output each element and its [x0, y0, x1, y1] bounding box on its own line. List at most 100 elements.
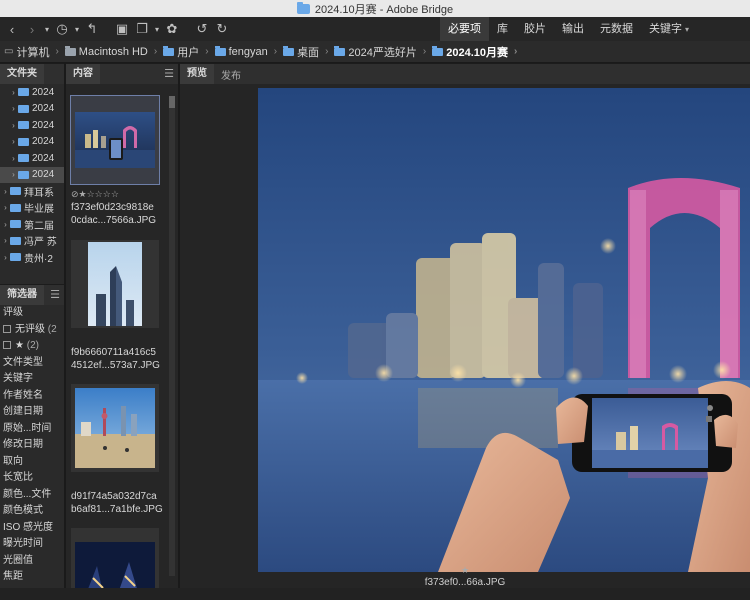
breadcrumb-item-users[interactable]: 用户 › — [163, 44, 209, 60]
chevron-right-icon[interactable]: › — [9, 121, 18, 130]
panel-menu-icon[interactable]: ☰ — [50, 288, 60, 301]
tab-content[interactable]: 内容 — [66, 64, 100, 84]
chevron-right-icon: › — [273, 46, 278, 57]
folder-tree-item-selected[interactable]: › 2024 — [0, 166, 64, 183]
filter-category-date-created[interactable]: 创建日期 — [0, 404, 64, 421]
chevron-right-icon[interactable]: › — [9, 170, 18, 179]
breadcrumb-item-disk[interactable]: Macintosh HD › — [64, 45, 157, 58]
breadcrumb-item-desktop[interactable]: 桌面 › — [283, 44, 328, 60]
scrollbar-thumb[interactable] — [169, 96, 175, 108]
chevron-down-icon[interactable]: ▾ — [72, 25, 82, 34]
thumbnail-frame[interactable] — [71, 384, 159, 472]
breadcrumb-item-current[interactable]: 2024.10月赛 › — [432, 44, 517, 60]
folder-tree-item[interactable]: › 毕业展 — [0, 200, 64, 217]
thumbnail-item[interactable] — [71, 528, 159, 588]
workspace-library[interactable]: 库 — [489, 17, 516, 41]
checkbox[interactable] — [3, 324, 11, 333]
chevron-right-icon[interactable]: › — [9, 137, 18, 146]
rotate-left-icon[interactable]: ↺ — [192, 21, 212, 37]
filter-option-unrated[interactable]: 无评级 (2 — [0, 322, 64, 339]
workspace-essentials[interactable]: 必要项 — [440, 17, 489, 41]
chevron-right-icon[interactable]: › — [1, 187, 10, 196]
workspace-metadata[interactable]: 元数据 — [592, 17, 641, 41]
thumbnail-frame[interactable] — [71, 240, 159, 328]
chevron-down-icon[interactable]: ▾ — [42, 25, 52, 34]
workspace-filmstrip[interactable]: 胶片 — [516, 17, 554, 41]
tab-publish[interactable]: 发布 — [214, 67, 248, 82]
creative-cloud-icon[interactable]: ✿ — [162, 21, 182, 37]
folder-tree-item[interactable]: › 2024 — [0, 150, 64, 167]
breadcrumb-item-fengyan[interactable]: fengyan › — [214, 45, 278, 58]
chevron-right-icon[interactable]: › — [1, 220, 10, 229]
panel-menu-icon[interactable]: ☰ — [164, 67, 174, 80]
back-icon[interactable]: ‹ — [2, 22, 22, 37]
folder-tree-item[interactable]: › 拜耳系 — [0, 183, 64, 200]
filter-category-file-type[interactable]: 文件类型 — [0, 355, 64, 372]
filter-category-color-mode[interactable]: 颜色模式 — [0, 503, 64, 520]
refine-icon[interactable]: ❐ — [132, 21, 152, 37]
chevron-right-icon[interactable]: › — [1, 236, 10, 245]
filter-category-original-time[interactable]: 原始...时间 — [0, 421, 64, 438]
folder-icon — [10, 220, 21, 229]
folder-icon — [18, 104, 29, 113]
folder-tree-item[interactable]: › 2024 — [0, 117, 64, 134]
filter-category-orientation[interactable]: 取向 — [0, 454, 64, 471]
tab-preview[interactable]: 预览 — [180, 64, 214, 84]
breadcrumb-item-selected-photos[interactable]: 2024严选好片 › — [334, 44, 426, 60]
camera-import-icon[interactable]: ▣ — [112, 21, 132, 37]
filter-category-iso[interactable]: ISO 感光度 — [0, 520, 64, 537]
filter-category-focal-length[interactable]: 焦距 — [0, 569, 64, 586]
filter-category-aspect-ratio[interactable]: 长宽比 — [0, 470, 64, 487]
filter-category-color-profile[interactable]: 颜色...文件 — [0, 487, 64, 504]
recent-history-icon[interactable]: ◷ — [52, 21, 72, 37]
folder-icon — [10, 236, 21, 245]
thumbnail-item[interactable]: f9b6660711a416c5 4512ef...573a7.JPG — [71, 240, 160, 372]
filter-option-one-star[interactable]: ★ (2) — [0, 338, 64, 355]
tab-filter[interactable]: 筛选器 — [0, 285, 44, 305]
thumbnail-filename-line2: b6af81...7a1bfe.JPG — [71, 504, 163, 515]
scrollbar[interactable] — [169, 96, 175, 576]
thumbnail-item[interactable]: ⊘★☆☆☆☆ f373ef0d23c9818e 0cdac...7566a.JP… — [70, 95, 160, 227]
chevron-right-icon[interactable]: › — [9, 88, 18, 97]
workspace-output[interactable]: 输出 — [554, 17, 592, 41]
chevron-right-icon[interactable]: › — [1, 203, 10, 212]
folder-tree-item[interactable]: › 2024 — [0, 101, 64, 118]
thumbnail-item[interactable]: d91f74a5a032d7ca b6af81...7a1bfe.JPG — [71, 384, 163, 516]
breadcrumb-item-computer[interactable]: ▭ 计算机 › — [4, 44, 59, 60]
chevron-right-icon: › — [325, 46, 329, 57]
chevron-right-icon[interactable]: › — [9, 104, 18, 113]
rotate-right-icon[interactable]: ↻ — [212, 21, 232, 37]
boomerang-icon[interactable]: ↰ — [82, 21, 102, 37]
tab-folders[interactable]: 文件夹 — [0, 64, 44, 84]
filter-category-aperture[interactable]: 光圈值 — [0, 553, 64, 570]
folder-tree-item[interactable]: › 2024 — [0, 134, 64, 151]
preview-rating[interactable]: ★ — [180, 565, 750, 576]
checkbox[interactable] — [3, 341, 11, 349]
filter-category-author[interactable]: 作者姓名 — [0, 388, 64, 405]
preview-panel-header: 预览 发布 — [180, 64, 750, 84]
forward-icon[interactable]: › — [22, 22, 42, 37]
filter-option-label: ★ — [15, 340, 24, 351]
folder-tree-item[interactable]: › 贵州·2 — [0, 249, 64, 266]
filter-option-label: 无评级 — [15, 323, 45, 335]
window-titlebar: 2024.10月赛 - Adobe Bridge — [0, 0, 750, 17]
thumbnail-frame[interactable] — [70, 95, 160, 185]
chevron-right-icon: › — [422, 46, 427, 57]
filter-category-rating[interactable]: 评级 — [0, 305, 64, 322]
filter-category-date-modified[interactable]: 修改日期 — [0, 437, 64, 454]
folder-tree-item[interactable]: › 第二届 — [0, 216, 64, 233]
folder-tree-item[interactable]: › 冯严 苏 — [0, 233, 64, 250]
folder-icon — [18, 88, 29, 97]
folder-tree-item[interactable]: › 2024 — [0, 84, 64, 101]
thumbnail-frame[interactable] — [71, 528, 159, 588]
thumbnail-filename-line1: d91f74a5a032d7ca — [71, 491, 157, 502]
chevron-right-icon[interactable]: › — [9, 154, 18, 163]
filter-category-exposure-time[interactable]: 曝光时间 — [0, 536, 64, 553]
filter-category-keywords[interactable]: 关键字 — [0, 371, 64, 388]
rating-stars[interactable]: ⊘★☆☆☆☆ — [71, 188, 159, 201]
chevron-down-icon[interactable]: ▾ — [152, 25, 162, 34]
preview-image[interactable] — [258, 88, 750, 572]
thumbnail-caption: f9b6660711a416c5 4512ef...573a7.JPG — [71, 346, 160, 372]
workspace-keywords[interactable]: 关键字 ▾ — [641, 17, 697, 41]
chevron-right-icon[interactable]: › — [1, 253, 10, 262]
